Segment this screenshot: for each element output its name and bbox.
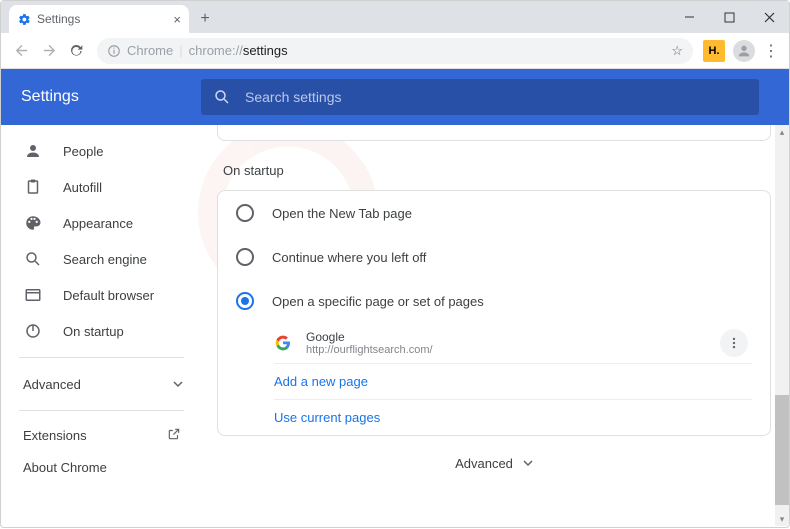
- sidebar-item-label: People: [63, 144, 103, 159]
- sidebar-item-on-startup[interactable]: On startup: [1, 313, 211, 349]
- power-icon: [23, 321, 43, 341]
- more-vert-icon: [727, 336, 741, 350]
- info-icon: [107, 44, 121, 58]
- bookmark-star-icon[interactable]: ☆: [671, 43, 683, 59]
- chevron-down-icon: [173, 377, 183, 392]
- search-settings-field[interactable]: [201, 79, 759, 115]
- gear-icon: [17, 12, 31, 26]
- minimize-button[interactable]: [669, 1, 709, 33]
- sidebar-item-label: Default browser: [63, 288, 154, 303]
- tab-title: Settings: [37, 12, 173, 26]
- chevron-down-icon: [523, 456, 533, 471]
- forward-button[interactable]: [35, 37, 63, 65]
- advanced-label: Advanced: [455, 456, 513, 471]
- radio-button-selected[interactable]: [236, 292, 254, 310]
- sidebar-item-people[interactable]: People: [1, 133, 211, 169]
- search-icon: [213, 88, 231, 106]
- use-current-pages-link[interactable]: Use current pages: [218, 400, 770, 435]
- radio-label: Open the New Tab page: [272, 206, 412, 221]
- radio-button[interactable]: [236, 204, 254, 222]
- scrollbar-thumb[interactable]: [775, 395, 789, 505]
- new-tab-button[interactable]: +: [193, 7, 217, 31]
- add-new-page-link[interactable]: Add a new page: [218, 364, 770, 399]
- settings-main: On startup Open the New Tab page Continu…: [211, 125, 789, 529]
- profile-avatar[interactable]: [733, 40, 755, 62]
- sidebar-item-search-engine[interactable]: Search engine: [1, 241, 211, 277]
- sidebar-extensions-link[interactable]: Extensions: [1, 419, 211, 451]
- sidebar-about-link[interactable]: About Chrome: [1, 451, 211, 483]
- scroll-down-button[interactable]: ▾: [775, 512, 789, 526]
- browser-tab[interactable]: Settings ×: [9, 5, 189, 33]
- maximize-button[interactable]: [709, 1, 749, 33]
- sidebar-item-label: Appearance: [63, 216, 133, 231]
- startup-card: Open the New Tab page Continue where you…: [217, 190, 771, 436]
- settings-sidebar: People Autofill Appearance Search engine…: [1, 125, 211, 529]
- close-window-button[interactable]: [749, 1, 789, 33]
- back-button[interactable]: [7, 37, 35, 65]
- startup-option-continue[interactable]: Continue where you left off: [218, 235, 770, 279]
- settings-header: Settings: [1, 69, 789, 125]
- close-icon[interactable]: ×: [173, 12, 181, 27]
- previous-card-edge: [217, 125, 771, 141]
- sidebar-advanced-label: Advanced: [23, 377, 81, 392]
- startup-option-new-tab[interactable]: Open the New Tab page: [218, 191, 770, 235]
- startup-page-name: Google: [306, 330, 720, 344]
- palette-icon: [23, 213, 43, 233]
- sidebar-extensions-label: Extensions: [23, 428, 87, 443]
- window-titlebar: Settings × +: [1, 1, 789, 33]
- scroll-up-button[interactable]: ▴: [775, 125, 789, 139]
- search-icon: [23, 249, 43, 269]
- sidebar-item-appearance[interactable]: Appearance: [1, 205, 211, 241]
- sidebar-item-label: On startup: [63, 324, 124, 339]
- clipboard-icon: [23, 177, 43, 197]
- advanced-expand-button[interactable]: Advanced: [217, 456, 771, 471]
- person-icon: [23, 141, 43, 161]
- address-bar: Chrome | chrome://settings ☆ H. ⋮: [1, 33, 789, 69]
- page-entry-menu-button[interactable]: [720, 329, 748, 357]
- startup-page-entry: Google http://ourflightsearch.com/: [218, 323, 770, 363]
- startup-page-url: http://ourflightsearch.com/: [306, 344, 720, 356]
- browser-icon: [23, 285, 43, 305]
- sidebar-about-label: About Chrome: [23, 460, 107, 475]
- browser-menu-button[interactable]: ⋮: [759, 41, 783, 61]
- radio-label: Continue where you left off: [272, 250, 426, 265]
- google-favicon-icon: [274, 334, 292, 352]
- radio-label: Open a specific page or set of pages: [272, 294, 484, 309]
- url-path: settings: [243, 43, 288, 58]
- external-link-icon: [167, 427, 181, 444]
- scrollbar-track[interactable]: ▴ ▾: [775, 125, 789, 526]
- reload-button[interactable]: [63, 37, 91, 65]
- sidebar-item-autofill[interactable]: Autofill: [1, 169, 211, 205]
- page-title: Settings: [21, 88, 201, 106]
- section-title-on-startup: On startup: [223, 163, 771, 178]
- search-input[interactable]: [245, 89, 747, 105]
- sidebar-item-label: Autofill: [63, 180, 102, 195]
- sidebar-item-label: Search engine: [63, 252, 147, 267]
- radio-button[interactable]: [236, 248, 254, 266]
- startup-option-specific-pages[interactable]: Open a specific page or set of pages: [218, 279, 770, 323]
- sidebar-item-default-browser[interactable]: Default browser: [1, 277, 211, 313]
- sidebar-advanced-toggle[interactable]: Advanced: [1, 366, 211, 402]
- url-protocol: Chrome: [127, 43, 173, 58]
- omnibox[interactable]: Chrome | chrome://settings ☆: [97, 38, 693, 64]
- url-host: chrome://: [189, 43, 243, 58]
- extension-badge[interactable]: H.: [703, 40, 725, 62]
